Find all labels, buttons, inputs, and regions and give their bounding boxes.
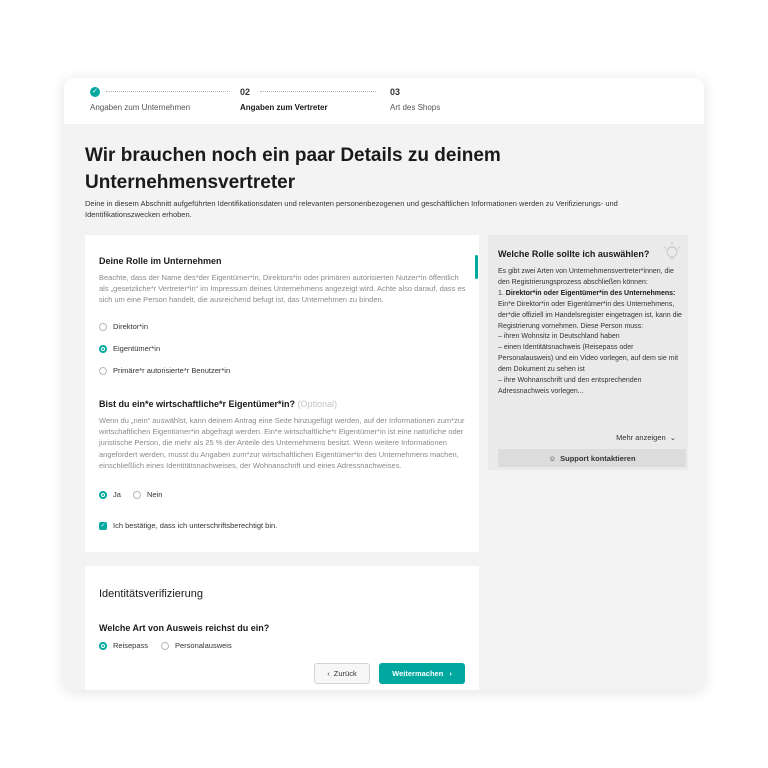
stepper-divider [106,91,230,92]
page-intro: Deine in diesem Abschnitt aufgeführten I… [85,199,618,219]
radio-button-selected[interactable] [99,344,107,353]
page-title-line1: Wir brauchen noch ein paar Details zu de… [85,145,501,166]
step-shop-type[interactable]: 03 Art des Shops [390,86,440,112]
show-more-link[interactable]: Mehr anzeigen ⌄ [616,433,676,442]
checkbox-checked-icon[interactable]: ✓ [99,521,107,530]
step-complete-check-icon: ✓ [90,87,100,97]
chevron-right-icon: › [449,669,452,678]
id-type-question: Welche Art von Ausweis reichst du ein? [99,623,270,633]
radio-button[interactable] [161,641,169,650]
step-company-details[interactable]: ✓ Angaben zum Unternehmen [90,86,190,112]
radio-button[interactable] [133,490,141,499]
radio-label: Personalausweis [175,641,232,650]
beneficial-owner-question: Bist du ein*e wirtschaftliche*r Eigentüm… [99,399,296,409]
lightbulb-icon [663,242,681,260]
checkbox-label: Ich bestätige, dass ich unterschriftsber… [113,521,278,530]
page-title-line2: Unternehmensvertreter [85,172,296,193]
role-heading: Deine Rolle im Unternehmen [99,256,222,266]
radio-button[interactable] [99,366,107,375]
owner-option-yes[interactable]: Ja [99,490,121,499]
help-title: Welche Rolle sollte ich auswählen? [498,249,650,259]
continue-button[interactable]: Weitermachen › [379,663,465,684]
radio-label: Nein [147,490,163,499]
step-label: Angaben zum Unternehmen [90,103,191,112]
representative-form-panel: Deine Rolle im Unternehmen Beachte, dass… [85,235,479,552]
contact-support-label: Support kontaktieren [560,453,636,463]
role-description: Beachte, dass der Name des*der Eigentüme… [99,273,466,305]
role-option-authorized-user[interactable]: Primäre*r autorisierte*r Benutzer*in [99,366,230,375]
back-button-label: Zurück [333,669,357,678]
scrollbar-thumb[interactable] [475,255,478,279]
step-label: Art des Shops [390,103,441,112]
registration-card: ✓ Angaben zum Unternehmen 02 Angaben zum… [64,78,704,690]
optional-tag: (Optional) [297,399,338,409]
step-number: 03 [390,87,401,97]
signature-authority-checkbox[interactable]: ✓ Ich bestätige, dass ich unterschriftsb… [99,521,277,530]
step-representative-details[interactable]: 02 Angaben zum Vertreter [240,86,328,112]
role-option-director[interactable]: Direktor*in [99,322,148,331]
id-option-passport[interactable]: Reisepass [99,641,148,650]
show-more-label: Mehr anzeigen [616,433,666,442]
radio-button-selected[interactable] [99,490,107,499]
chevron-down-icon: ⌄ [669,433,676,442]
radio-label: Ja [113,490,121,499]
step-number: 02 [240,87,251,97]
step-label: Angaben zum Vertreter [240,103,328,112]
help-point-text: Ein*e Direktor*in oder Eigentümer*in des… [498,300,682,330]
help-body: Es gibt zwei Arten von Unternehmensvertr… [498,267,686,398]
page-title: Wir brauchen noch ein paar Details zu de… [85,142,645,196]
progress-stepper: ✓ Angaben zum Unternehmen 02 Angaben zum… [64,78,704,124]
beneficial-owner-heading: Bist du ein*e wirtschaftliche*r Eigentüm… [99,399,337,409]
chevron-left-icon: ‹ [327,669,330,678]
help-point: 1. Direktor*in oder Eigentümer*in des Un… [498,289,686,333]
help-bullet: – einen Identitätsnachweis (Reisepass od… [498,344,679,374]
radio-label: Eigentümer*in [113,344,161,353]
radio-label: Direktor*in [113,322,149,331]
stepper-divider [260,91,376,92]
help-bullet: – ihre Wohnanschrift und den entsprechen… [498,377,642,395]
owner-option-no[interactable]: Nein [133,490,162,499]
help-point-number: 1. [498,289,504,297]
role-option-owner[interactable]: Eigentümer*in [99,344,160,353]
help-bullet: – ihren Wohnsitz in Deutschland haben [498,333,620,341]
radio-label: Reisepass [113,641,149,650]
back-button[interactable]: ‹ Zurück [314,663,370,684]
radio-button-selected[interactable] [99,641,107,650]
id-option-id-card[interactable]: Personalausweis [161,641,232,650]
help-sidebar: Welche Rolle sollte ich auswählen? Es gi… [488,235,688,470]
help-intro: Es gibt zwei Arten von Unternehmensvertr… [498,268,674,286]
contact-support-button[interactable]: ☺ Support kontaktieren [498,449,686,467]
beneficial-owner-description: Wenn du „nein“ auswählst, kann deinem An… [99,416,465,470]
radio-button[interactable] [99,322,107,331]
help-point-title: Direktor*in oder Eigentümer*in des Unter… [505,289,676,297]
chat-icon: ☺ [548,453,557,463]
identity-heading: Identitätsverifizierung [99,588,203,600]
radio-label: Primäre*r autorisierte*r Benutzer*in [113,366,231,375]
continue-button-label: Weitermachen [392,669,444,678]
